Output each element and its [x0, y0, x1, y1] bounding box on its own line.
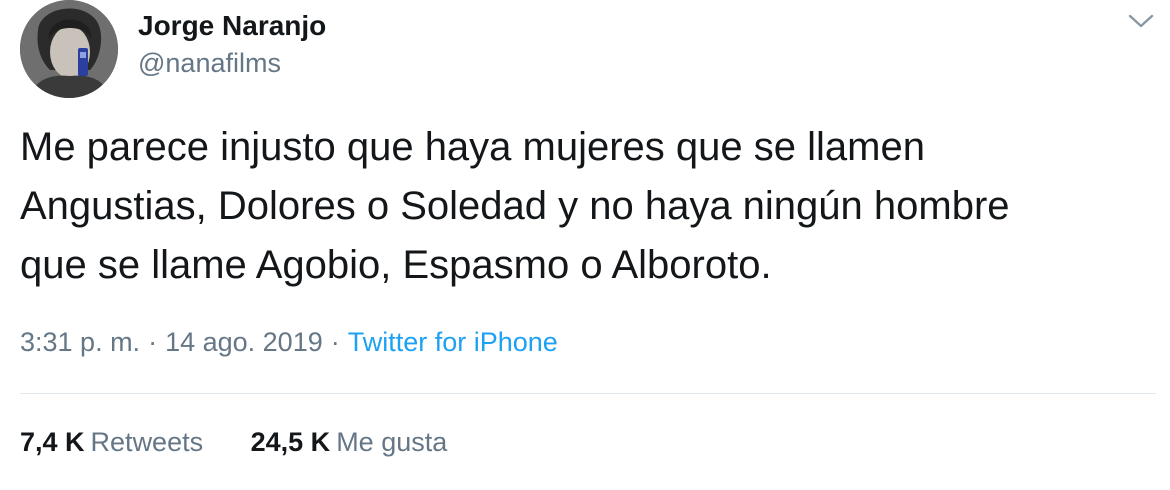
meta-separator: · [148, 327, 158, 357]
retweets-count: 7,4 K [20, 427, 85, 457]
display-name[interactable]: Jorge Naranjo [138, 10, 326, 42]
retweets-label: Retweets [90, 427, 204, 457]
tweet-date[interactable]: 14 ago. 2019 [165, 327, 323, 357]
avatar[interactable] [20, 0, 118, 98]
likes-count: 24,5 K [250, 427, 331, 457]
likes-label: Me gusta [336, 427, 448, 457]
tweet-meta: 3:31 p. m. · 14 ago. 2019 · Twitter for iPho… [20, 327, 558, 358]
likes-stat[interactable]: 24,5 K Me gusta [251, 427, 448, 458]
retweets-stat[interactable]: 7,4 K Retweets [20, 427, 203, 458]
user-handle[interactable]: @nanafilms [138, 48, 281, 79]
tweet-time[interactable]: 3:31 p. m. [20, 327, 140, 357]
tweet-stats: 7,4 K Retweets 24,5 K Me gusta [20, 427, 447, 458]
divider [20, 393, 1156, 394]
avatar-photo [20, 0, 118, 98]
tweet-card: Jorge Naranjo @nanafilms Me parece injus… [0, 0, 1170, 490]
chevron-down-icon[interactable] [1126, 10, 1156, 32]
meta-separator: · [330, 327, 340, 357]
tweet-source-link[interactable]: Twitter for iPhone [348, 327, 558, 357]
tweet-text: Me parece injusto que haya mujeres que s… [20, 125, 1010, 287]
